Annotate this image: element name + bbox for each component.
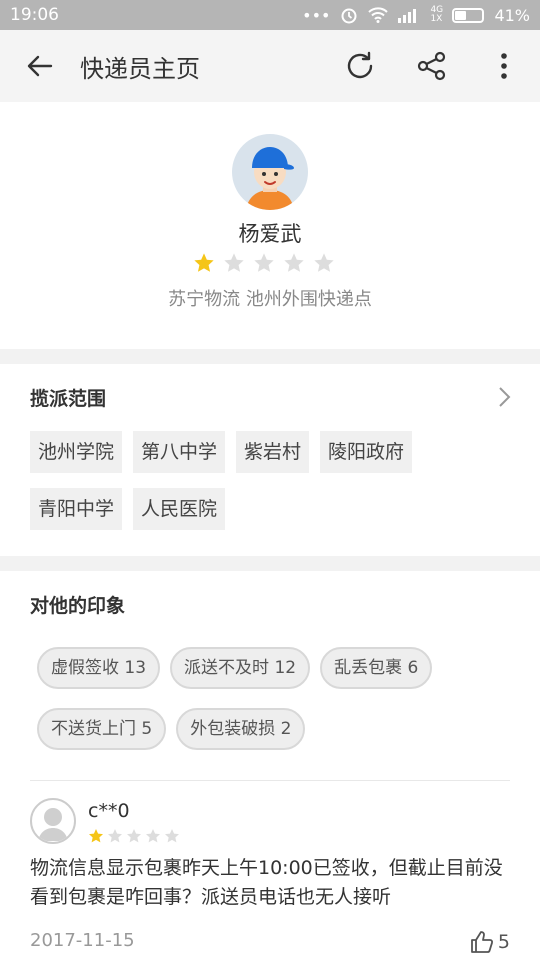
back-button[interactable]: [0, 30, 80, 102]
star-empty-icon: [254, 253, 274, 272]
star-empty-icon: [127, 829, 141, 843]
review-rating: [88, 828, 180, 844]
divider: [30, 780, 510, 781]
chevron-right-icon: [499, 387, 511, 407]
impression-tag[interactable]: 派送不及时 12: [170, 647, 311, 689]
share-button[interactable]: [396, 30, 468, 102]
courier-name: 杨爱武: [238, 222, 302, 246]
delivery-scope-section[interactable]: 揽派范围 池州学院 第八中学 紫岩村 陵阳政府 青阳中学 人民医院: [0, 364, 540, 556]
like-count: 5: [497, 931, 510, 953]
scope-area-tag: 第八中学: [133, 431, 226, 473]
signal-icon: [398, 9, 417, 23]
star-filled-icon: [194, 253, 214, 272]
courier-rating: [193, 252, 335, 274]
alarm-icon: [341, 8, 357, 24]
scope-area-tag: 青阳中学: [30, 488, 123, 530]
back-arrow-icon: [27, 55, 53, 77]
impressions-section: 对他的印象 虚假签收 13 派送不及时 12 乱丢包裹 6 不送货上门 5 外包…: [0, 571, 540, 960]
share-icon: [417, 51, 446, 81]
impression-tag[interactable]: 不送货上门 5: [37, 708, 167, 750]
reviewer-name: c**0: [88, 800, 130, 822]
impression-tag-list: 虚假签收 13 派送不及时 12 乱丢包裹 6 不送货上门 5 外包装破损 2: [37, 647, 497, 750]
status-bar: 19:06 ••• 4G 1X 41%: [0, 0, 540, 30]
wifi-icon: [368, 7, 389, 23]
impression-tag[interactable]: 外包装破损 2: [176, 708, 306, 750]
impression-tag[interactable]: 乱丢包裹 6: [320, 647, 433, 689]
refresh-button[interactable]: [324, 30, 396, 102]
app-bar: 快递员主页: [0, 30, 540, 102]
reviewer-avatar: [30, 798, 76, 844]
page-title: 快递员主页: [80, 54, 200, 83]
like-button[interactable]: 5: [470, 930, 510, 954]
scope-area-tag: 陵阳政府: [320, 431, 413, 473]
courier-cartoon-icon: [246, 147, 294, 210]
battery-icon: [452, 7, 485, 23]
impressions-title: 对他的印象: [30, 595, 126, 617]
user-icon: [38, 808, 68, 841]
star-empty-icon: [224, 253, 244, 272]
impression-tag[interactable]: 虚假签收 13: [37, 647, 161, 689]
scope-area-tag: 池州学院: [30, 431, 123, 473]
scope-area-list: 池州学院 第八中学 紫岩村 陵阳政府 青阳中学 人民医院: [30, 431, 510, 530]
star-empty-icon: [108, 829, 122, 843]
battery-percent: 41%: [494, 5, 530, 25]
review-date: 2017-11-15: [30, 930, 135, 951]
courier-profile-card: 杨爱武 苏宁物流 池州外围快递点: [0, 102, 540, 349]
scope-title: 揽派范围: [30, 388, 107, 410]
star-empty-icon: [146, 829, 160, 843]
thumbs-up-icon: [471, 931, 493, 953]
network-label: 4G 1X: [430, 5, 444, 24]
refresh-icon: [347, 51, 373, 79]
status-icons: ••• 4G 1X 41%: [302, 6, 530, 25]
star-empty-icon: [165, 829, 179, 843]
more-icon: [501, 53, 507, 79]
scope-area-tag: 紫岩村: [236, 431, 310, 473]
dots-icon: •••: [302, 5, 331, 25]
star-empty-icon: [314, 253, 334, 272]
more-button[interactable]: [468, 30, 540, 102]
star-empty-icon: [284, 253, 304, 272]
scope-area-tag: 人民医院: [133, 488, 226, 530]
status-time: 19:06: [10, 5, 59, 25]
star-filled-icon: [89, 829, 103, 843]
courier-avatar: [232, 134, 308, 210]
courier-company: 苏宁物流 池州外围快递点: [168, 289, 372, 310]
review-text: 物流信息显示包裹昨天上午10:00已签收，但截止目前没看到包裹是咋回事？派送员电…: [30, 857, 503, 908]
